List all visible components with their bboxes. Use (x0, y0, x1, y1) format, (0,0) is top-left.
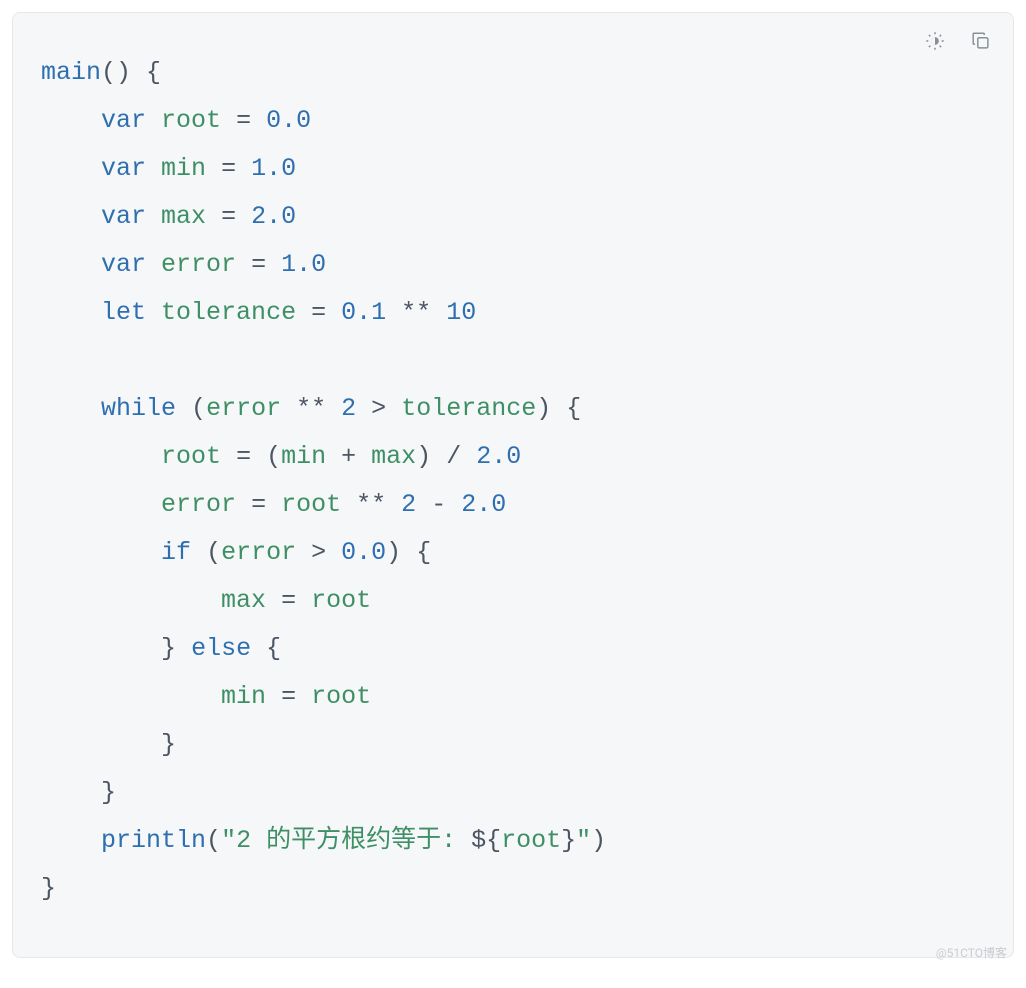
token-paren: ( (266, 442, 281, 471)
token-identifier: error (161, 490, 236, 519)
copy-icon (970, 30, 992, 52)
token-operator: ** (356, 490, 386, 519)
token-keyword: var (101, 202, 146, 231)
token-operator: = (221, 154, 236, 183)
token-identifier: tolerance (161, 298, 296, 327)
watermark-text: @51CTO博客 (936, 944, 1007, 961)
token-identifier: root (311, 586, 371, 615)
token-keyword: let (101, 298, 146, 327)
token-function: main (41, 58, 101, 87)
token-identifier: max (371, 442, 416, 471)
token-string-quote: " (221, 826, 236, 855)
token-interp-brace: { (486, 826, 501, 855)
token-operator: ** (401, 298, 431, 327)
token-operator: / (446, 442, 461, 471)
token-brace: } (161, 634, 176, 663)
token-paren: ( (206, 538, 221, 567)
token-paren: ) (536, 394, 551, 423)
token-operator: ** (296, 394, 326, 423)
token-keyword: while (101, 394, 176, 423)
token-brace: { (266, 634, 281, 663)
token-keyword: else (191, 634, 251, 663)
token-number: 1.0 (281, 250, 326, 279)
token-operator: = (251, 250, 266, 279)
token-number: 0.1 (341, 298, 386, 327)
token-number: 2.0 (251, 202, 296, 231)
token-identifier: error (221, 538, 296, 567)
theme-toggle-button[interactable] (921, 27, 949, 55)
token-interp: $ (471, 826, 486, 855)
token-brace: } (41, 874, 56, 903)
token-brace: { (416, 538, 431, 567)
token-string-quote: " (576, 826, 591, 855)
token-keyword: if (161, 538, 191, 567)
token-operator: = (236, 442, 251, 471)
token-number: 2 (341, 394, 356, 423)
copy-button[interactable] (967, 27, 995, 55)
token-identifier: tolerance (401, 394, 536, 423)
token-brace: } (161, 730, 176, 759)
token-operator: + (341, 442, 356, 471)
token-identifier: min (161, 154, 206, 183)
token-number: 0.0 (341, 538, 386, 567)
token-number: 2 (401, 490, 416, 519)
code-content: main() { var root = 0.0 var min = 1.0 va… (41, 49, 985, 913)
token-paren: ) (386, 538, 401, 567)
token-identifier: error (161, 250, 236, 279)
token-brace: { (146, 58, 161, 87)
token-identifier: max (221, 586, 266, 615)
token-keyword: var (101, 106, 146, 135)
token-number: 2.0 (476, 442, 521, 471)
token-identifier: root (161, 106, 221, 135)
token-operator: > (311, 538, 326, 567)
theme-toggle-icon (924, 30, 946, 52)
token-interp-brace: } (561, 826, 576, 855)
token-function: println (101, 826, 206, 855)
token-keyword: var (101, 154, 146, 183)
token-paren: ) (416, 442, 431, 471)
token-number: 10 (446, 298, 476, 327)
token-number: 2.0 (461, 490, 506, 519)
token-identifier: min (281, 442, 326, 471)
token-paren: ) (591, 826, 606, 855)
token-identifier: root (161, 442, 221, 471)
token-identifier: min (221, 682, 266, 711)
token-operator: = (236, 106, 251, 135)
token-operator: = (311, 298, 326, 327)
token-identifier: error (206, 394, 281, 423)
token-number: 1.0 (251, 154, 296, 183)
token-operator: = (281, 586, 296, 615)
token-identifier: max (161, 202, 206, 231)
token-operator: > (371, 394, 386, 423)
token-operator: = (221, 202, 236, 231)
token-string: 2 的平方根约等于: (236, 826, 471, 855)
token-identifier: root (501, 826, 561, 855)
token-paren: ( (206, 826, 221, 855)
token-operator: = (251, 490, 266, 519)
token-brace: { (566, 394, 581, 423)
token-operator: - (431, 490, 446, 519)
token-brace: } (101, 778, 116, 807)
token-identifier: root (281, 490, 341, 519)
token-paren: ( (191, 394, 206, 423)
token-number: 0.0 (266, 106, 311, 135)
code-toolbar (921, 27, 995, 55)
token-parens: () (101, 58, 131, 87)
code-block-card: main() { var root = 0.0 var min = 1.0 va… (12, 12, 1014, 958)
token-keyword: var (101, 250, 146, 279)
token-identifier: root (311, 682, 371, 711)
token-operator: = (281, 682, 296, 711)
